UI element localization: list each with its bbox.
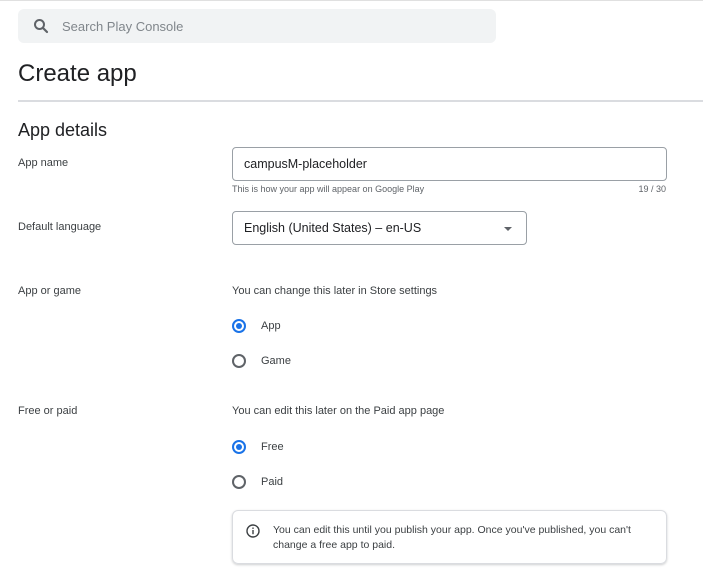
section-title: App details xyxy=(18,120,108,140)
radio-option-app[interactable]: App xyxy=(232,319,281,333)
radio-option-game[interactable]: Game xyxy=(232,354,291,368)
search-icon[interactable] xyxy=(33,18,49,34)
header-divider xyxy=(18,100,703,102)
info-icon xyxy=(246,524,260,538)
app-name-helper: This is how your app will appear on Goog… xyxy=(232,184,425,194)
default-language-value: English (United States) – en-US xyxy=(244,221,422,235)
search-bar[interactable]: Search Play Console xyxy=(18,9,496,43)
free-or-paid-description: You can edit this later on the Paid app … xyxy=(232,405,445,417)
dropdown-arrow-icon[interactable] xyxy=(504,227,512,231)
radio-option-free[interactable]: Free xyxy=(232,440,284,454)
radio-label-paid[interactable]: Paid xyxy=(261,476,283,488)
page-title: Create app xyxy=(18,60,137,87)
app-name-counter: 19 / 30 xyxy=(638,184,666,194)
radio-button-free[interactable] xyxy=(232,440,246,454)
default-language-select[interactable]: English (United States) – en-US xyxy=(232,211,527,245)
app-name-label: App name xyxy=(18,157,69,169)
free-or-paid-label: Free or paid xyxy=(18,405,78,417)
radio-option-paid[interactable]: Paid xyxy=(232,475,283,489)
app-name-value[interactable]: campusM-placeholder xyxy=(233,157,367,171)
app-name-field[interactable]: campusM-placeholder xyxy=(232,147,667,181)
info-banner: You can edit this until you publish your… xyxy=(232,510,667,564)
radio-button-paid[interactable] xyxy=(232,475,246,489)
radio-label-game[interactable]: Game xyxy=(261,355,291,367)
info-text: You can edit this until you publish your… xyxy=(273,524,631,551)
radio-label-free[interactable]: Free xyxy=(261,441,284,453)
default-language-label: Default language xyxy=(18,221,102,233)
search-input[interactable]: Search Play Console xyxy=(62,19,183,34)
radio-label-app[interactable]: App xyxy=(261,320,281,332)
top-border xyxy=(0,0,703,1)
app-or-game-label: App or game xyxy=(18,285,81,297)
radio-button-app[interactable] xyxy=(232,319,246,333)
app-or-game-description: You can change this later in Store setti… xyxy=(232,285,438,297)
radio-button-game[interactable] xyxy=(232,354,246,368)
